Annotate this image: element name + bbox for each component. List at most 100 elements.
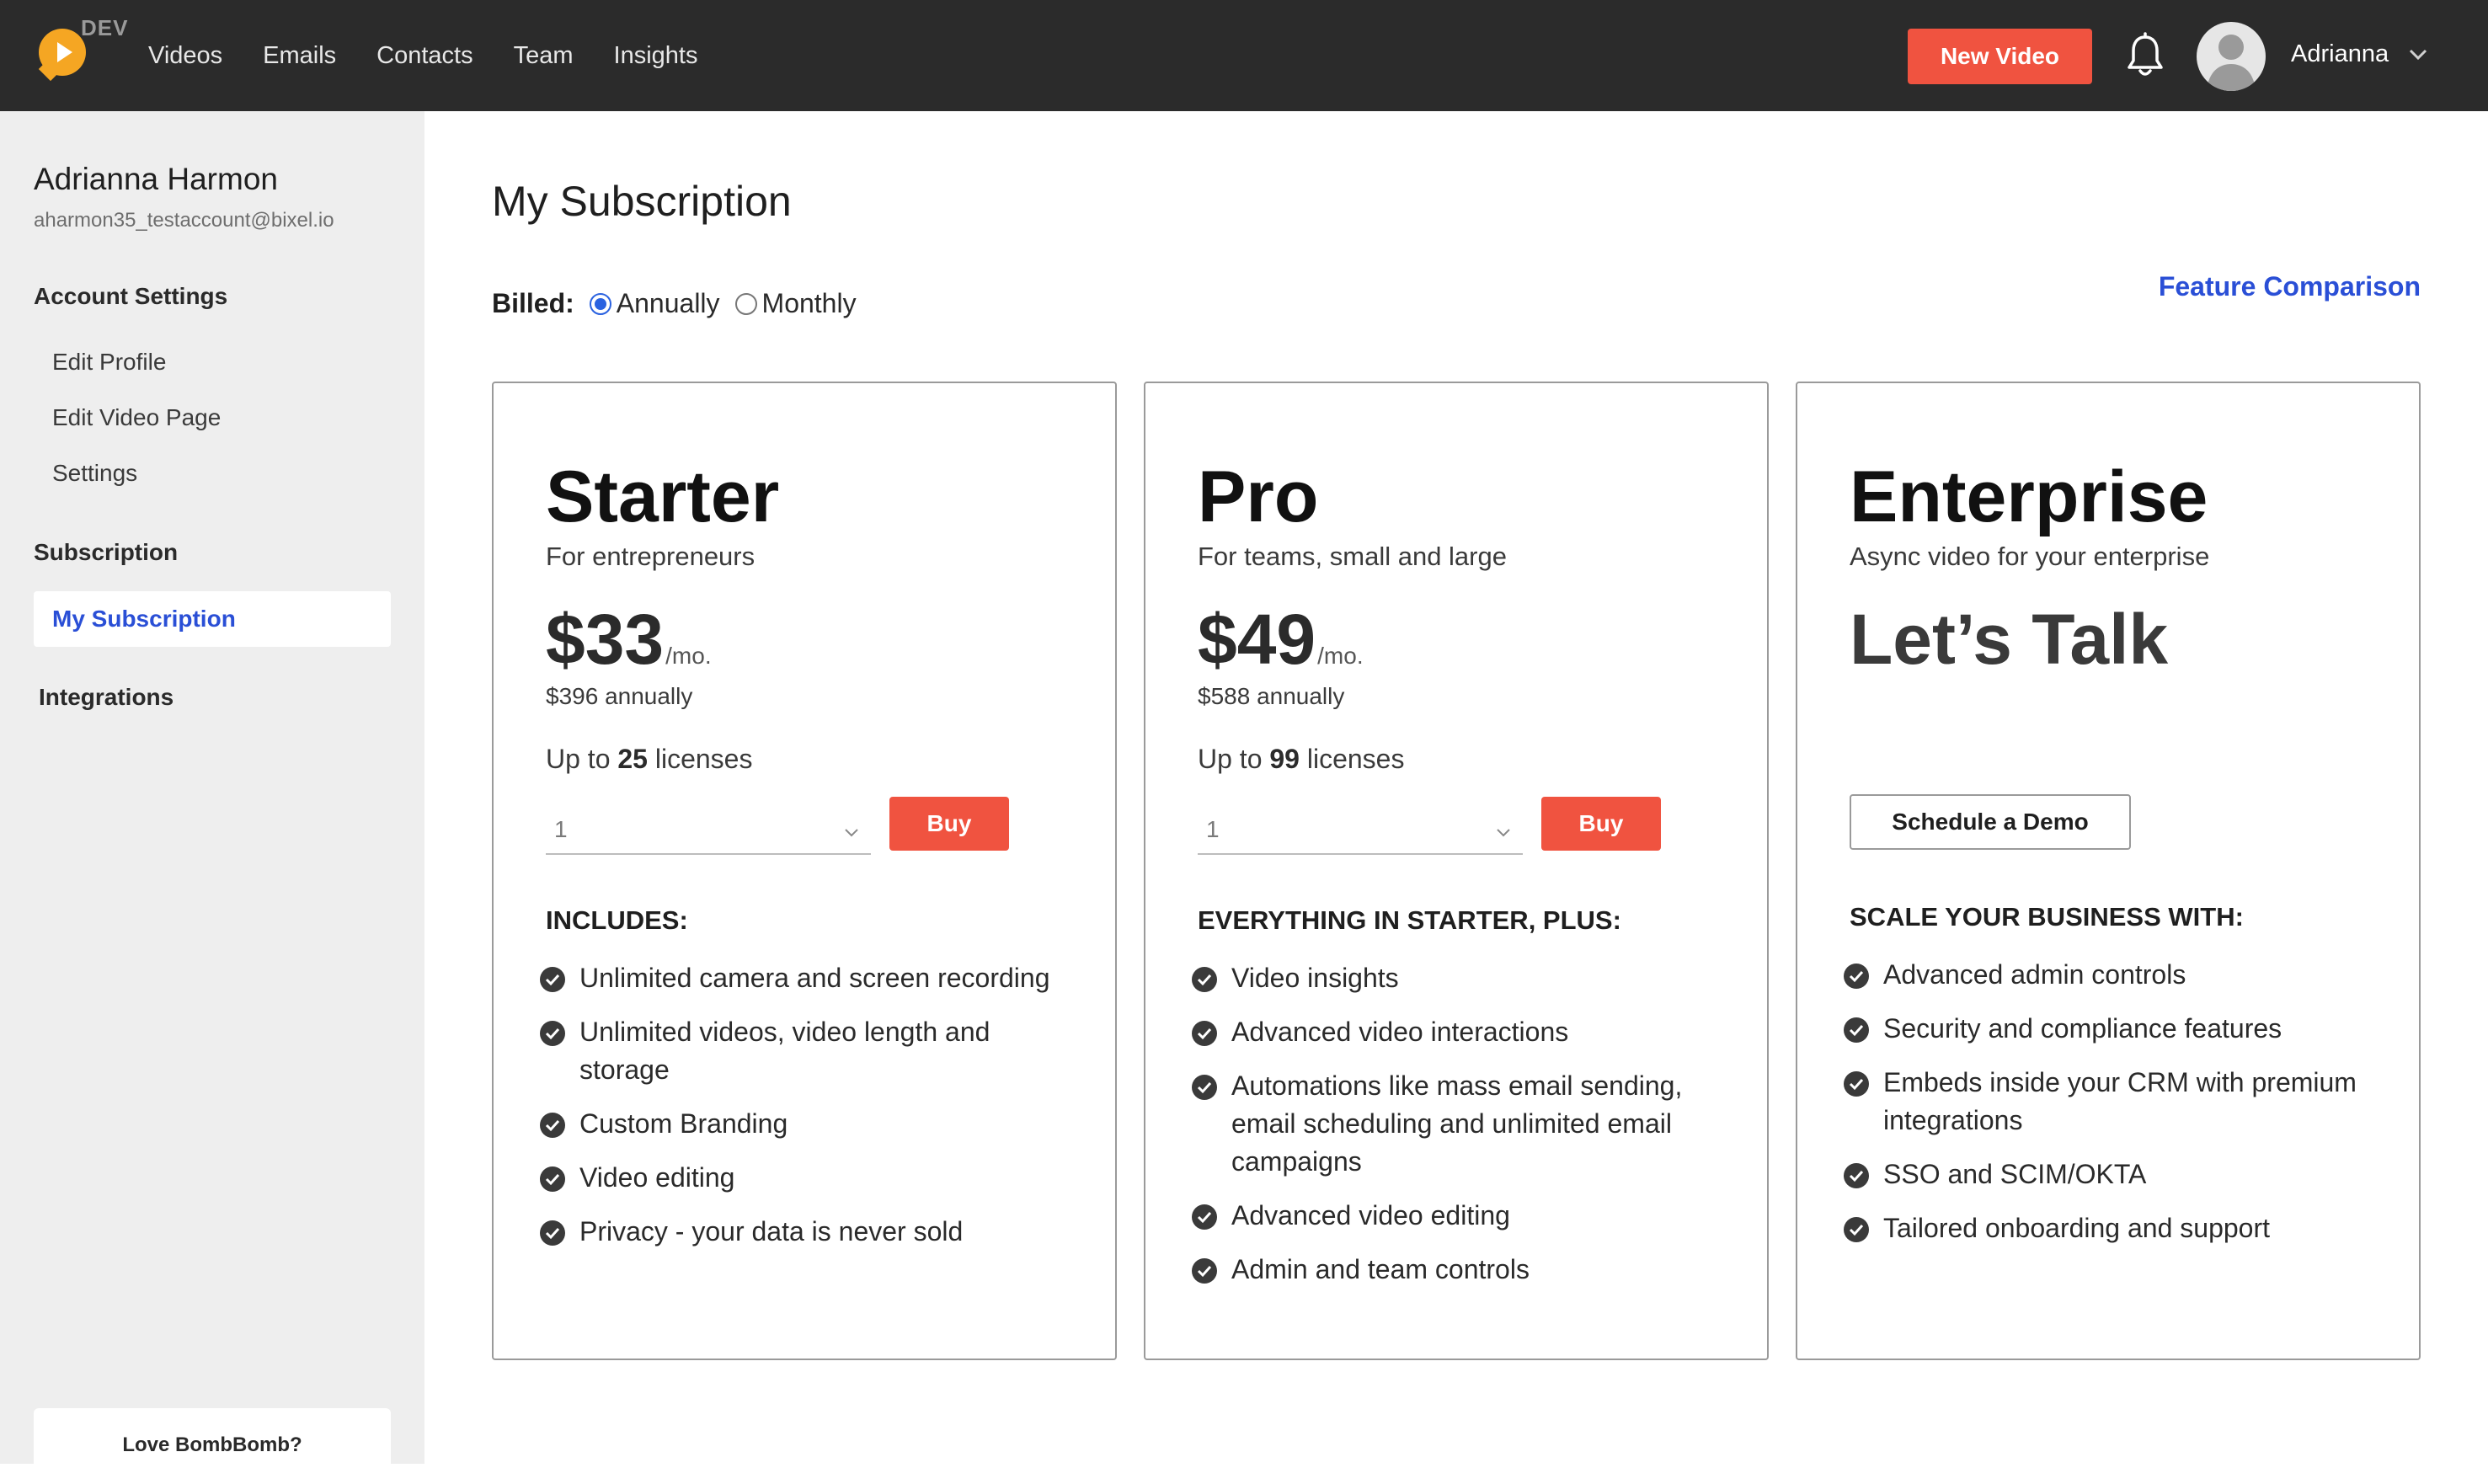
list-item: Automations like mass email sending, ema… xyxy=(1191,1067,1730,1181)
feature-text: Video editing xyxy=(579,1162,735,1193)
nav-link-insights[interactable]: Insights xyxy=(614,42,698,70)
quantity-value: 1 xyxy=(1206,816,1220,842)
features-heading: INCLUDES: xyxy=(546,905,688,935)
features-heading: SCALE YOUR BUSINESS WITH: xyxy=(1850,902,2244,932)
quantity-select[interactable]: 1 xyxy=(1198,803,1523,855)
sidebar: Adrianna Harmon aharmon35_testaccount@bi… xyxy=(0,111,424,1484)
plan-price: $49 /mo. xyxy=(1198,599,1364,681)
plan-name: Enterprise xyxy=(1850,456,2208,537)
billing-annually-radio[interactable] xyxy=(589,292,611,315)
check-circle-icon xyxy=(1844,964,1869,989)
check-circle-icon xyxy=(540,1021,565,1046)
check-circle-icon xyxy=(1192,1021,1217,1046)
plan-subtitle: Async video for your enterprise xyxy=(1850,542,2210,571)
chevron-down-icon xyxy=(845,829,858,837)
feature-text: Tailored onboarding and support xyxy=(1883,1213,2270,1243)
list-item: SSO and SCIM/OKTA xyxy=(1843,1156,2382,1193)
avatar-person-icon xyxy=(2207,35,2256,91)
license-suffix: licenses xyxy=(647,744,753,774)
check-circle-icon xyxy=(540,1220,565,1246)
list-item: Security and compliance features xyxy=(1843,1010,2382,1048)
sidebar-item-edit-video-page[interactable]: Edit Video Page xyxy=(52,404,221,431)
list-item: Custom Branding xyxy=(539,1105,1078,1143)
price-amount: $33 xyxy=(546,600,665,679)
nav-link-videos[interactable]: Videos xyxy=(148,42,222,70)
features-heading: EVERYTHING IN STARTER, PLUS: xyxy=(1198,905,1621,935)
nav-link-contacts[interactable]: Contacts xyxy=(376,42,473,70)
annual-price: $588 annually xyxy=(1198,683,1345,709)
sidebar-heading-account-settings: Account Settings xyxy=(34,283,228,309)
list-item: Video editing xyxy=(539,1159,1078,1197)
buy-button[interactable]: Buy xyxy=(1541,797,1661,851)
license-prefix: Up to xyxy=(1198,744,1270,774)
feature-text: Advanced video editing xyxy=(1231,1200,1510,1230)
list-item: Advanced video editing xyxy=(1191,1197,1730,1235)
plan-name: Pro xyxy=(1198,456,1319,537)
list-item: Tailored onboarding and support xyxy=(1843,1209,2382,1247)
env-tag: DEV xyxy=(81,15,129,40)
plan-card-starter: Starter For entrepreneurs $33 /mo. $396 … xyxy=(492,382,1117,1360)
list-item: Unlimited videos, video length and stora… xyxy=(539,1013,1078,1089)
sidebar-item-settings[interactable]: Settings xyxy=(52,460,137,487)
license-suffix: licenses xyxy=(1299,744,1405,774)
plan-price: $33 /mo. xyxy=(546,599,712,681)
user-menu-name[interactable]: Adrianna xyxy=(2291,40,2389,68)
feature-list: Advanced admin controls Security and com… xyxy=(1843,956,2382,1263)
sidebar-item-integrations[interactable]: Integrations xyxy=(39,684,174,711)
check-circle-icon xyxy=(540,1113,565,1138)
billing-annually-label[interactable]: Annually xyxy=(617,288,720,319)
avatar[interactable] xyxy=(2197,22,2266,91)
license-limit: Up to 99 licenses xyxy=(1198,744,1404,775)
list-item: Advanced video interactions xyxy=(1191,1013,1730,1051)
check-circle-icon xyxy=(1844,1217,1869,1242)
list-item: Advanced admin controls xyxy=(1843,956,2382,994)
feature-text: Unlimited videos, video length and stora… xyxy=(579,1017,990,1085)
nav-link-team[interactable]: Team xyxy=(514,42,574,70)
sidebar-heading-subscription: Subscription xyxy=(34,539,179,565)
check-circle-icon xyxy=(1192,1075,1217,1100)
feature-comparison-link[interactable]: Feature Comparison xyxy=(2156,271,2421,302)
list-item: Privacy - your data is never sold xyxy=(539,1213,1078,1251)
list-item: Video insights xyxy=(1191,959,1730,997)
feature-text: Custom Branding xyxy=(579,1108,788,1139)
feature-text: Unlimited camera and screen recording xyxy=(579,963,1050,993)
price-period: /mo. xyxy=(1317,643,1364,669)
license-count: 99 xyxy=(1269,744,1300,774)
price-amount: $49 xyxy=(1198,600,1316,679)
license-count: 25 xyxy=(617,744,648,774)
check-circle-icon xyxy=(1844,1071,1869,1097)
nav-link-emails[interactable]: Emails xyxy=(263,42,336,70)
feature-list: Unlimited camera and screen recording Un… xyxy=(539,959,1078,1267)
bell-icon[interactable] xyxy=(2124,32,2166,79)
quantity-value: 1 xyxy=(554,816,568,842)
sidebar-item-edit-profile[interactable]: Edit Profile xyxy=(52,349,166,376)
list-item: Admin and team controls xyxy=(1191,1251,1730,1289)
new-video-button[interactable]: New Video xyxy=(1908,29,2092,84)
plan-headline: Let’s Talk xyxy=(1850,600,2169,679)
profile-name: Adrianna Harmon xyxy=(34,162,278,196)
buy-button[interactable]: Buy xyxy=(889,797,1009,851)
feature-text: SSO and SCIM/OKTA xyxy=(1883,1159,2147,1189)
list-item: Embeds inside your CRM with premium inte… xyxy=(1843,1064,2382,1140)
chevron-down-icon xyxy=(1497,829,1510,837)
check-circle-icon xyxy=(1192,967,1217,992)
annual-price: $396 annually xyxy=(546,683,693,709)
price-period: /mo. xyxy=(665,643,712,669)
billing-monthly-label[interactable]: Monthly xyxy=(762,288,857,319)
check-circle-icon xyxy=(1192,1204,1217,1230)
billing-toggle: Billed: Annually Monthly xyxy=(492,288,872,319)
billed-label: Billed: xyxy=(492,288,574,318)
chevron-down-icon[interactable] xyxy=(2405,42,2431,67)
quantity-select[interactable]: 1 xyxy=(546,803,871,855)
love-bombbomb-card[interactable]: Love BombBomb? xyxy=(34,1408,391,1484)
sidebar-item-my-subscription[interactable]: My Subscription xyxy=(34,591,391,647)
schedule-demo-button[interactable]: Schedule a Demo xyxy=(1850,794,2131,850)
feature-text: Security and compliance features xyxy=(1883,1013,2282,1044)
billing-monthly-radio[interactable] xyxy=(734,292,757,315)
top-nav: DEV Videos Emails Contacts Team Insights… xyxy=(0,0,2488,111)
feature-list: Video insights Advanced video interactio… xyxy=(1191,959,1730,1305)
feature-text: Automations like mass email sending, ema… xyxy=(1231,1070,1683,1177)
license-limit: Up to 25 licenses xyxy=(546,744,752,775)
check-circle-icon xyxy=(540,1166,565,1192)
feature-text: Advanced admin controls xyxy=(1883,959,2186,990)
